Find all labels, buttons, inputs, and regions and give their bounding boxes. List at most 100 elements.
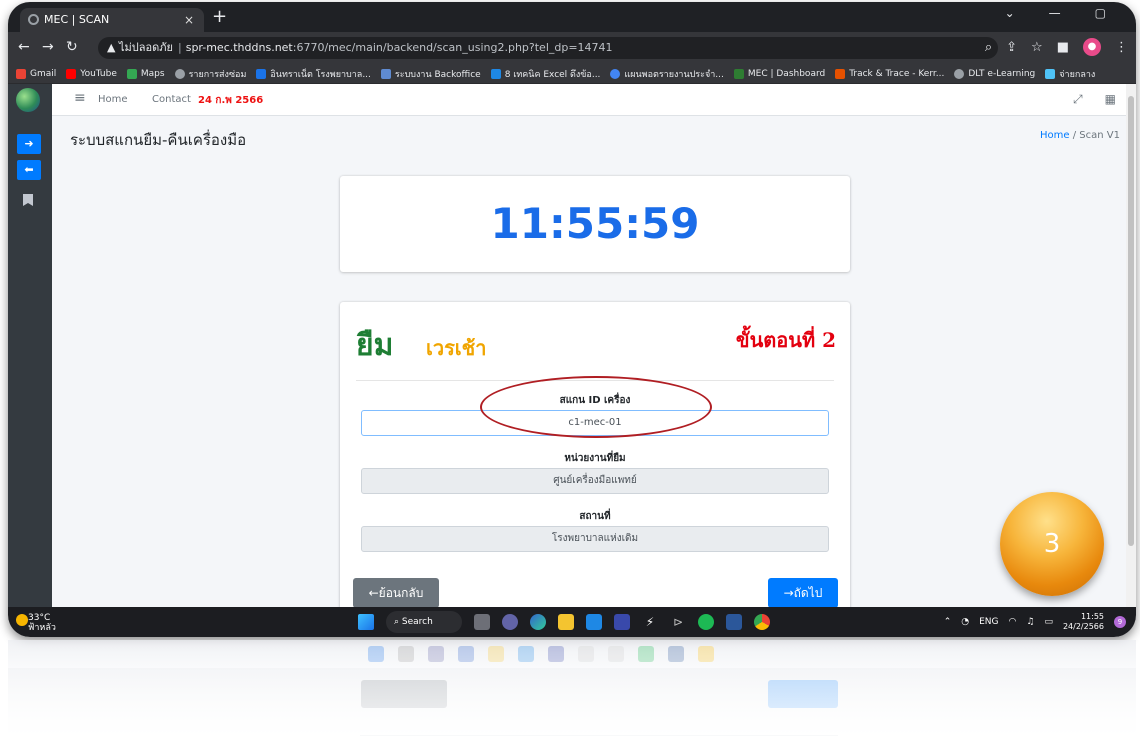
- edge-browser-icon[interactable]: [530, 614, 546, 630]
- scan-borrow-nav-icon[interactable]: ➜: [17, 134, 41, 154]
- bookmark-item[interactable]: 8 เทคนิค Excel ดึงข้อ...: [490, 67, 600, 81]
- bookmark-nav-icon[interactable]: [23, 194, 33, 206]
- brand-logo-icon[interactable]: [16, 88, 40, 112]
- bookmark-item[interactable]: ระบบงาน Backoffice: [380, 67, 481, 81]
- chrome-icon[interactable]: [754, 614, 770, 630]
- teams-chat-icon[interactable]: [502, 614, 518, 630]
- devtools-icon[interactable]: ⊳: [670, 614, 686, 630]
- top-navbar: ≡ Home Contact 24 ก.พ 2566 ⤢ ▦: [52, 84, 1126, 116]
- breadcrumb-home[interactable]: Home: [1040, 130, 1070, 141]
- notification-badge[interactable]: 9: [1114, 616, 1126, 628]
- file-explorer-icon[interactable]: [558, 614, 574, 630]
- wifi-icon[interactable]: ◠: [1009, 617, 1017, 627]
- weather-sun-icon[interactable]: [16, 614, 28, 626]
- tab-list-icon[interactable]: ⌄: [1005, 6, 1015, 20]
- bookmark-globe-icon: [174, 68, 185, 79]
- breadcrumb-current: Scan V1: [1079, 130, 1120, 141]
- minimize-icon[interactable]: —: [1049, 6, 1061, 20]
- clock-card: 11:55:59: [340, 176, 850, 272]
- star-icon[interactable]: ☆: [1031, 40, 1043, 55]
- maximize-icon[interactable]: ▢: [1095, 6, 1106, 20]
- bookmark-item[interactable]: อินทราเน็ต โรงพยาบาล...: [256, 67, 371, 81]
- highlight-ellipse: [480, 376, 712, 438]
- address-bar[interactable]: ▲ ไม่ปลอดภัย | spr-mec.thddns.net:6770/me…: [98, 37, 998, 59]
- browser-tab[interactable]: MEC | SCAN ×: [20, 8, 204, 32]
- back-button[interactable]: ←ย้อนกลับ: [353, 578, 439, 608]
- next-button[interactable]: →ถัดไป: [768, 578, 838, 608]
- share-icon[interactable]: ⇪: [1006, 40, 1017, 55]
- bookmark-item[interactable]: DLT e-Learning: [954, 68, 1035, 79]
- page-scrollbar[interactable]: [1126, 84, 1136, 607]
- department-field: ศูนย์เครื่องมือแพทย์: [361, 468, 829, 494]
- tab-title: MEC | SCAN: [44, 13, 110, 26]
- tab-close-icon[interactable]: ×: [184, 8, 194, 32]
- nav-date: 24 ก.พ 2566: [198, 95, 264, 106]
- bookmark-intranet-icon: [256, 68, 267, 79]
- address-path: :6770/mec/main/backend/scan_using2.php?t…: [292, 41, 613, 54]
- windows-start-icon[interactable]: [358, 614, 374, 630]
- battery-icon[interactable]: ▭: [1044, 617, 1053, 627]
- page-title: ระบบสแกนยืม-คืนเครื่องมือ: [70, 131, 247, 149]
- bookmark-folder-icon: [1045, 68, 1056, 79]
- bookmark-item[interactable]: จ่ายกลาง: [1045, 67, 1095, 81]
- bookmark-youtube-icon: [66, 68, 77, 79]
- hamburger-menu-icon[interactable]: ≡: [74, 90, 86, 106]
- forward-arrow-icon[interactable]: →: [42, 39, 54, 55]
- weather-widget[interactable]: 33°C ฟ้าหลัว: [28, 613, 56, 633]
- bookmark-item[interactable]: Maps: [126, 68, 165, 79]
- bookmark-globe-icon: [954, 68, 965, 79]
- menu-kebab-icon[interactable]: ⋮: [1115, 40, 1128, 55]
- bookmarks-bar: Gmail YouTube Maps รายการส่งซ่อม อินทราเ…: [8, 64, 1136, 84]
- profile-avatar-icon[interactable]: ●: [1083, 38, 1101, 56]
- tray-chevron-icon[interactable]: ⌃: [944, 617, 952, 627]
- spotify-icon[interactable]: [698, 614, 714, 630]
- mail-icon[interactable]: [586, 614, 602, 630]
- taskbar-search[interactable]: ⌕ Search: [386, 611, 462, 633]
- language-indicator[interactable]: ENG: [979, 617, 998, 627]
- bookmark-item[interactable]: MEC | Dashboard: [733, 68, 825, 79]
- weather-desc: ฟ้าหลัว: [28, 623, 56, 633]
- terminal-icon[interactable]: ⚡: [642, 614, 658, 630]
- scan-return-nav-icon[interactable]: ⬅: [17, 160, 41, 180]
- navbar-right-icons: ⤢ ▦: [1073, 92, 1116, 107]
- bookmark-item[interactable]: Gmail: [16, 68, 56, 79]
- grid-menu-icon[interactable]: ▦: [1105, 92, 1116, 107]
- app: ➜ ⬅ ≡ Home Contact 24 ก.พ 2566 ⤢ ▦ ระบบส…: [8, 84, 1136, 612]
- address-row: ← → ↻ ▲ ไม่ปลอดภัย | spr-mec.thddns.net:6…: [8, 32, 1136, 64]
- scrollbar-thumb[interactable]: [1128, 96, 1134, 546]
- new-tab-icon[interactable]: +: [212, 6, 227, 27]
- scan-form-card: ยืม เวรเช้า ขั้นตอนที่ 2 สแกน ID เครื่อง…: [340, 302, 850, 612]
- zoom-icon[interactable]: ⌕: [985, 40, 992, 55]
- bookmark-item[interactable]: รายการส่งซ่อม: [174, 67, 246, 81]
- sidebar: ➜ ⬅: [8, 84, 52, 607]
- fullscreen-icon[interactable]: ⤢: [1073, 92, 1083, 107]
- task-view-icon[interactable]: [474, 614, 490, 630]
- store-icon[interactable]: [614, 614, 630, 630]
- window-controls: ⌄ — ▢: [1005, 6, 1106, 20]
- nav-contact-link[interactable]: Contact: [152, 94, 191, 105]
- reload-icon[interactable]: ↻: [66, 39, 78, 55]
- nav-home-link[interactable]: Home: [98, 94, 128, 105]
- department-label: หน่วยงานที่ยืม: [564, 453, 626, 464]
- bookmark-item[interactable]: YouTube: [66, 68, 117, 79]
- bookmark-maps-icon: [126, 68, 137, 79]
- taskbar-clock[interactable]: 11:55 24/2/2566: [1063, 612, 1104, 632]
- system-tray: ⌃ ◔ ENG ◠ ♫ ▭ 11:55 24/2/2566 9: [944, 612, 1126, 632]
- reflection-fade: [8, 640, 1136, 751]
- taskbar-date: 24/2/2566: [1062, 622, 1104, 631]
- shift-label: เวรเช้า: [426, 336, 487, 360]
- location-label: สถานที่: [579, 511, 611, 522]
- step-indicator: ขั้นตอนที่ 2: [735, 328, 836, 352]
- bookmark-item[interactable]: แผนพอตรายงานประจำ...: [610, 67, 724, 81]
- not-secure-warning[interactable]: ▲ ไม่ปลอดภัย: [107, 37, 173, 59]
- borrow-heading: ยืม: [356, 328, 394, 363]
- sidepanel-icon[interactable]: ■: [1057, 40, 1069, 55]
- volume-icon[interactable]: ♫: [1026, 617, 1034, 627]
- back-arrow-icon[interactable]: ←: [18, 39, 30, 55]
- os-taskbar: 33°C ฟ้าหลัว ⌕ Search ⚡ ⊳ ⌃ ◔ ENG ◠ ♫ ▭ …: [8, 607, 1136, 637]
- tray-app-icon[interactable]: ◔: [961, 617, 969, 627]
- word-icon[interactable]: [726, 614, 742, 630]
- weather-temp: 33°C: [28, 613, 51, 623]
- location-field: โรงพยาบาลแห่งเดิม: [361, 526, 829, 552]
- bookmark-item[interactable]: Track & Trace - Kerr...: [835, 68, 944, 79]
